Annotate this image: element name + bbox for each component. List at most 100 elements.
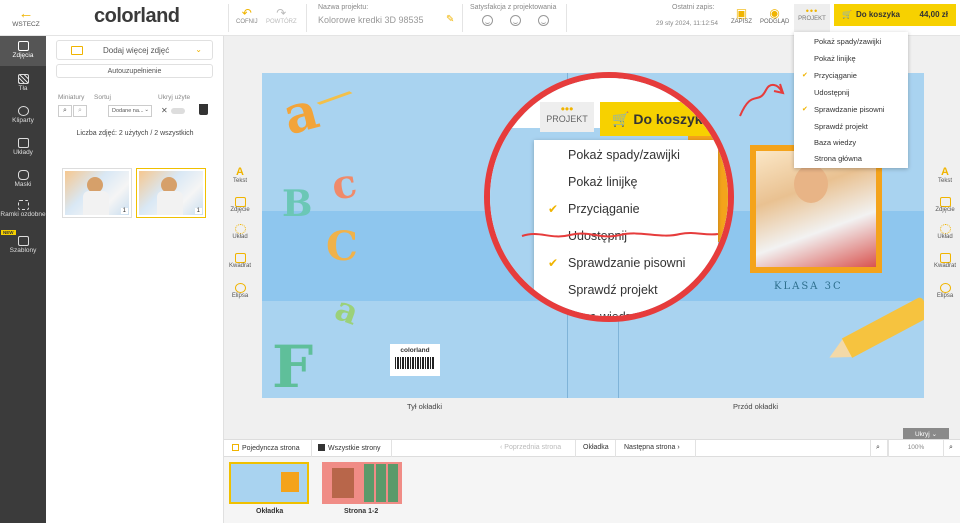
smiley-icon[interactable] (482, 15, 493, 26)
ellipse-tool[interactable]: Elipsa (931, 283, 959, 299)
tool-rail: Zdjęcia Tła Kliparty Układy Maski Ramki … (0, 36, 46, 523)
divider (566, 4, 567, 32)
frame-icon (17, 200, 29, 210)
photo-icon (939, 197, 951, 207)
project-menu-button[interactable]: ••• PROJEKT (794, 4, 830, 32)
single-page-view-button[interactable]: Pojedyncza strona (224, 440, 312, 457)
background-icon (17, 74, 29, 84)
magnified-menu-item: Pokaż spady/zawijki (568, 148, 680, 162)
menu-item-spellcheck[interactable]: Sprawdzanie pisowni (814, 105, 884, 114)
previous-page-button[interactable]: ‹ Poprzednia strona (494, 440, 576, 457)
menu-item-knowledge-base[interactable]: Baza wiedzy (814, 138, 856, 147)
photo-thumbnail[interactable]: 1 (62, 168, 132, 218)
all-pages-view-button[interactable]: Wszystkie strony (312, 440, 392, 457)
rail-item-cliparts[interactable]: Kliparty (0, 106, 46, 124)
check-icon: ✔ (802, 72, 808, 79)
magnified-project-button: ••• PROJEKT (540, 102, 594, 132)
zoom-level[interactable]: 100% (888, 440, 944, 457)
square-icon (234, 253, 246, 263)
page-thumbnail-spread[interactable] (322, 462, 402, 504)
layout-tool[interactable]: Układ (226, 224, 254, 240)
photo-thumbnail[interactable]: 1 (136, 168, 206, 218)
cart-price: 44,00 zł (919, 10, 948, 19)
menu-item-share[interactable]: Udostępnij (814, 88, 849, 97)
rail-item-backgrounds[interactable]: Tła (0, 74, 46, 92)
back-button[interactable]: ← WSTECZ (8, 6, 44, 28)
barcode-label: colorland (390, 344, 440, 376)
chevron-down-icon: ⌄ (144, 107, 149, 113)
menu-item-show-bleeds[interactable]: Pokaż spady/zawijki (814, 37, 881, 46)
chevron-right-icon: › (675, 444, 680, 451)
photo-image (65, 171, 129, 215)
square-icon (939, 253, 951, 263)
single-page-icon (232, 444, 239, 451)
underline-annotation (521, 232, 719, 238)
letter-decoration: ⟋ (313, 75, 355, 123)
photo-image (756, 151, 876, 267)
square-tool[interactable]: Kwadrat (931, 253, 959, 269)
top-bar: ← WSTECZ colorland ↶ COFNIJ ↷ POWTÓRZ Na… (0, 0, 960, 36)
page-thumbnail-cover[interactable] (229, 462, 309, 504)
menu-item-home[interactable]: Strona główna (814, 154, 862, 163)
page-label: Okładka (256, 508, 284, 515)
rail-item-templates[interactable]: Szablony (0, 236, 46, 254)
next-page-button[interactable]: Następna strona › (616, 440, 696, 457)
close-icon[interactable]: ✕ (161, 106, 168, 115)
menu-item-show-ruler[interactable]: Pokaż linijkę (814, 54, 856, 63)
back-cover-label: Tył okładki (407, 402, 443, 411)
pencil-icon[interactable]: ✎ (446, 14, 454, 25)
undo-icon: ↶ (241, 6, 252, 20)
ellipse-tool[interactable]: Elipsa (226, 283, 254, 299)
last-saved-label: Ostatni zapis: (672, 4, 715, 11)
add-photo-tool[interactable]: Zdjęcie (226, 197, 254, 213)
last-saved-time: 29 sty 2024, 11:12:54 (656, 20, 719, 27)
menu-item-check-project[interactable]: Sprawdź projekt (814, 122, 868, 131)
add-to-cart-button[interactable]: 🛒 Do koszyka 44,00 zł (834, 4, 956, 26)
zoom-out-icon[interactable]: ⌕ (870, 440, 888, 457)
more-dots-icon: ••• (805, 6, 819, 16)
zoom-in-icon[interactable]: ⌕ (946, 440, 960, 457)
smiley-icon[interactable] (510, 15, 521, 26)
rail-item-layouts[interactable]: Układy (0, 138, 46, 156)
grid-icon (318, 444, 325, 451)
hide-pages-button[interactable]: Ukryj ⌄ (903, 428, 949, 439)
autofill-button[interactable]: Autouzupełnienie (56, 64, 213, 78)
barcode-icon (395, 357, 435, 369)
front-cover-label: Przód okładki (733, 402, 779, 411)
zoom-in-icon[interactable]: ⌕ (58, 105, 72, 117)
magnified-cart-button: 🛒 Do koszyka (600, 102, 728, 136)
text-icon: A (236, 166, 244, 178)
check-icon: ✔ (548, 256, 559, 270)
sort-select[interactable]: Dodane na... ⌄ (108, 105, 152, 117)
preview-button[interactable]: ◉ PODGLĄD (760, 7, 789, 25)
refresh-icon (939, 224, 951, 234)
zoom-out-icon[interactable]: ⌕ (73, 105, 87, 117)
rail-item-masks[interactable]: Maski (0, 170, 46, 188)
thumbnails-label: Miniatury (58, 94, 85, 101)
ellipse-icon (234, 283, 246, 293)
add-photos-button[interactable]: Dodaj więcej zdjęć ⌄ (56, 40, 213, 60)
square-tool[interactable]: Kwadrat (226, 253, 254, 269)
ellipse-icon (939, 283, 951, 293)
menu-item-snapping[interactable]: Przyciąganie (814, 71, 857, 80)
rail-item-frames[interactable]: Ramki ozdobne (0, 200, 46, 218)
smiley-icon[interactable] (538, 15, 549, 26)
satisfaction-label: Satysfakcja z projektowania (470, 4, 557, 11)
letter-decoration: C (326, 223, 358, 270)
add-text-tool[interactable]: A Tekst (931, 167, 959, 185)
rail-item-photos[interactable]: Zdjęcia (0, 36, 46, 66)
save-button[interactable]: ▣ ZAPISZ (731, 7, 752, 25)
undo-button[interactable]: ↶ COFNIJ (236, 7, 258, 25)
layout-icon (17, 138, 29, 148)
project-name-input[interactable]: Kolorowe kredki 3D 98535 (318, 15, 458, 25)
redo-button[interactable]: ↷ POWTÓRZ (266, 7, 297, 25)
photo-icon (234, 197, 246, 207)
trash-icon[interactable] (199, 104, 208, 115)
refresh-icon (234, 224, 246, 234)
class-label[interactable]: KLASA 3C (774, 281, 843, 292)
add-photo-tool[interactable]: Zdjęcie (931, 197, 959, 213)
hide-used-toggle[interactable] (171, 108, 185, 114)
layout-tool[interactable]: Układ (931, 224, 959, 240)
page-label: Strona 1-2 (344, 508, 379, 515)
add-text-tool[interactable]: A Tekst (226, 166, 254, 185)
